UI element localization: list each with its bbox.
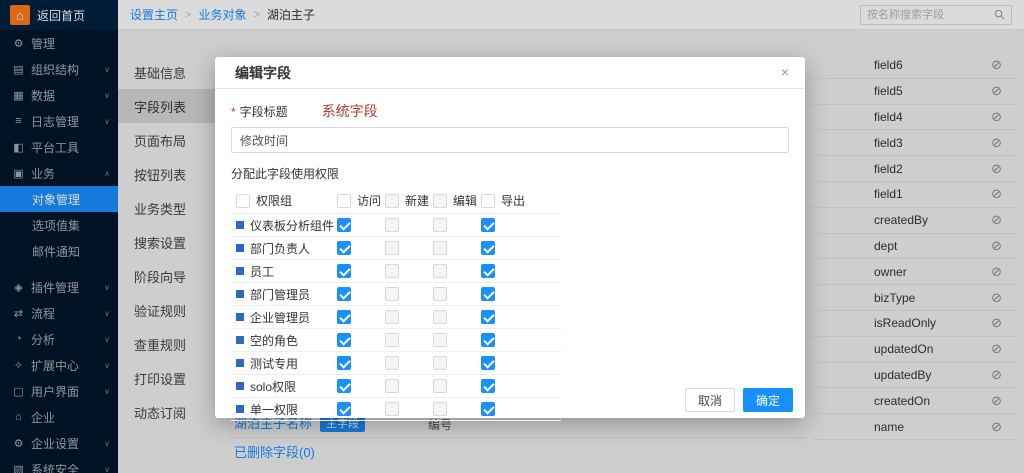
export-checkbox[interactable] bbox=[481, 218, 495, 232]
access-checkbox[interactable] bbox=[337, 218, 351, 232]
permission-group-name: 测试专用 bbox=[250, 355, 298, 372]
create-checkbox bbox=[385, 218, 399, 232]
permission-row: 部门负责人 bbox=[231, 237, 561, 260]
access-checkbox[interactable] bbox=[337, 379, 351, 393]
permission-table-header: 权限组 访问 新建 编辑 导出 bbox=[231, 188, 561, 214]
select-all-checkbox[interactable] bbox=[236, 194, 250, 208]
permission-group-name: 企业管理员 bbox=[250, 309, 310, 326]
permission-group-name: 单一权限 bbox=[250, 401, 298, 418]
field-title-label: 字段标题 bbox=[240, 103, 288, 120]
edit-checkbox bbox=[433, 356, 447, 370]
edit-checkbox bbox=[433, 218, 447, 232]
edit-checkbox bbox=[433, 379, 447, 393]
export-checkbox[interactable] bbox=[481, 379, 495, 393]
row-bullet-icon bbox=[236, 221, 244, 229]
field-title-input[interactable] bbox=[231, 127, 789, 153]
export-checkbox[interactable] bbox=[481, 287, 495, 301]
access-checkbox[interactable] bbox=[337, 402, 351, 416]
modal-footer: 取消 确定 bbox=[685, 388, 793, 412]
edit-field-modal: 编辑字段 × * 字段标题 系统字段 分配此字段使用权限 权限组 访问 新建 编… bbox=[215, 57, 805, 418]
permission-section-title: 分配此字段使用权限 bbox=[231, 165, 789, 182]
create-checkbox bbox=[385, 241, 399, 255]
perm-group-header: 权限组 bbox=[256, 192, 292, 209]
row-bullet-icon bbox=[236, 290, 244, 298]
create-checkbox bbox=[385, 402, 399, 416]
export-checkbox[interactable] bbox=[481, 402, 495, 416]
permission-table: 权限组 访问 新建 编辑 导出 仪表板分析组件 部门负责人 bbox=[231, 188, 561, 421]
modal-header: 编辑字段 bbox=[215, 57, 805, 89]
permission-row: 仪表板分析组件 bbox=[231, 214, 561, 237]
permission-row: 测试专用 bbox=[231, 352, 561, 375]
create-checkbox bbox=[385, 379, 399, 393]
permission-row: solo权限 bbox=[231, 375, 561, 398]
create-checkbox bbox=[385, 333, 399, 347]
create-header: 新建 bbox=[405, 192, 429, 209]
field-title-label-row: * 字段标题 系统字段 bbox=[231, 101, 789, 121]
edit-checkbox bbox=[433, 287, 447, 301]
access-checkbox[interactable] bbox=[337, 287, 351, 301]
edit-checkbox bbox=[433, 264, 447, 278]
row-bullet-icon bbox=[236, 359, 244, 367]
permission-row: 部门管理员 bbox=[231, 283, 561, 306]
create-checkbox bbox=[385, 356, 399, 370]
create-checkbox bbox=[385, 287, 399, 301]
edit-checkbox bbox=[433, 402, 447, 416]
permission-row: 单一权限 bbox=[231, 398, 561, 421]
modal-body: * 字段标题 系统字段 分配此字段使用权限 权限组 访问 新建 编辑 导出 仪表… bbox=[215, 89, 805, 421]
access-checkbox[interactable] bbox=[337, 310, 351, 324]
access-checkbox[interactable] bbox=[337, 333, 351, 347]
edit-checkbox bbox=[433, 241, 447, 255]
access-checkbox[interactable] bbox=[337, 356, 351, 370]
permission-group-name: 员工 bbox=[250, 263, 274, 280]
access-all-checkbox[interactable] bbox=[337, 194, 351, 208]
permission-row: 企业管理员 bbox=[231, 306, 561, 329]
row-bullet-icon bbox=[236, 405, 244, 413]
access-header: 访问 bbox=[357, 192, 381, 209]
access-checkbox[interactable] bbox=[337, 241, 351, 255]
row-bullet-icon bbox=[236, 267, 244, 275]
system-field-annotation: 系统字段 bbox=[322, 101, 378, 121]
permission-group-name: 空的角色 bbox=[250, 332, 298, 349]
row-bullet-icon bbox=[236, 336, 244, 344]
export-checkbox[interactable] bbox=[481, 356, 495, 370]
export-checkbox[interactable] bbox=[481, 333, 495, 347]
row-bullet-icon bbox=[236, 382, 244, 390]
export-checkbox[interactable] bbox=[481, 310, 495, 324]
permission-group-name: 部门负责人 bbox=[250, 240, 310, 257]
permission-row: 空的角色 bbox=[231, 329, 561, 352]
edit-all-checkbox bbox=[433, 194, 447, 208]
permission-group-name: 部门管理员 bbox=[250, 286, 310, 303]
edit-checkbox bbox=[433, 333, 447, 347]
permission-group-name: solo权限 bbox=[250, 378, 296, 395]
app-root: ⌂ 返回首页 ⚙ 管理 ▤ 组织结构 ∨ ▦ 数据 ∨ ≡ 日志管理 ∨ ◧ 平… bbox=[0, 0, 1024, 473]
permission-row: 员工 bbox=[231, 260, 561, 283]
confirm-button[interactable]: 确定 bbox=[743, 388, 793, 412]
export-checkbox[interactable] bbox=[481, 264, 495, 278]
required-mark: * bbox=[231, 105, 236, 119]
edit-header: 编辑 bbox=[453, 192, 477, 209]
create-all-checkbox bbox=[385, 194, 399, 208]
edit-checkbox bbox=[433, 310, 447, 324]
access-checkbox[interactable] bbox=[337, 264, 351, 278]
modal-title: 编辑字段 bbox=[235, 63, 291, 83]
create-checkbox bbox=[385, 264, 399, 278]
row-bullet-icon bbox=[236, 244, 244, 252]
permission-group-name: 仪表板分析组件 bbox=[250, 217, 334, 234]
create-checkbox bbox=[385, 310, 399, 324]
row-bullet-icon bbox=[236, 313, 244, 321]
export-all-checkbox[interactable] bbox=[481, 194, 495, 208]
export-checkbox[interactable] bbox=[481, 241, 495, 255]
export-header: 导出 bbox=[501, 192, 525, 209]
close-icon[interactable]: × bbox=[781, 65, 789, 79]
cancel-button[interactable]: 取消 bbox=[685, 388, 735, 412]
